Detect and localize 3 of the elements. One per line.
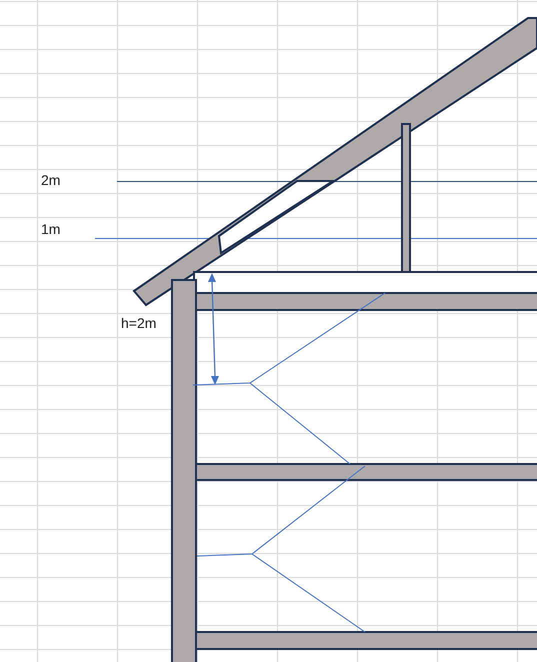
dimension-label: h=2m [121,316,156,330]
dimension-label: 2m [41,173,60,187]
dimension-label: 1m [41,222,60,236]
